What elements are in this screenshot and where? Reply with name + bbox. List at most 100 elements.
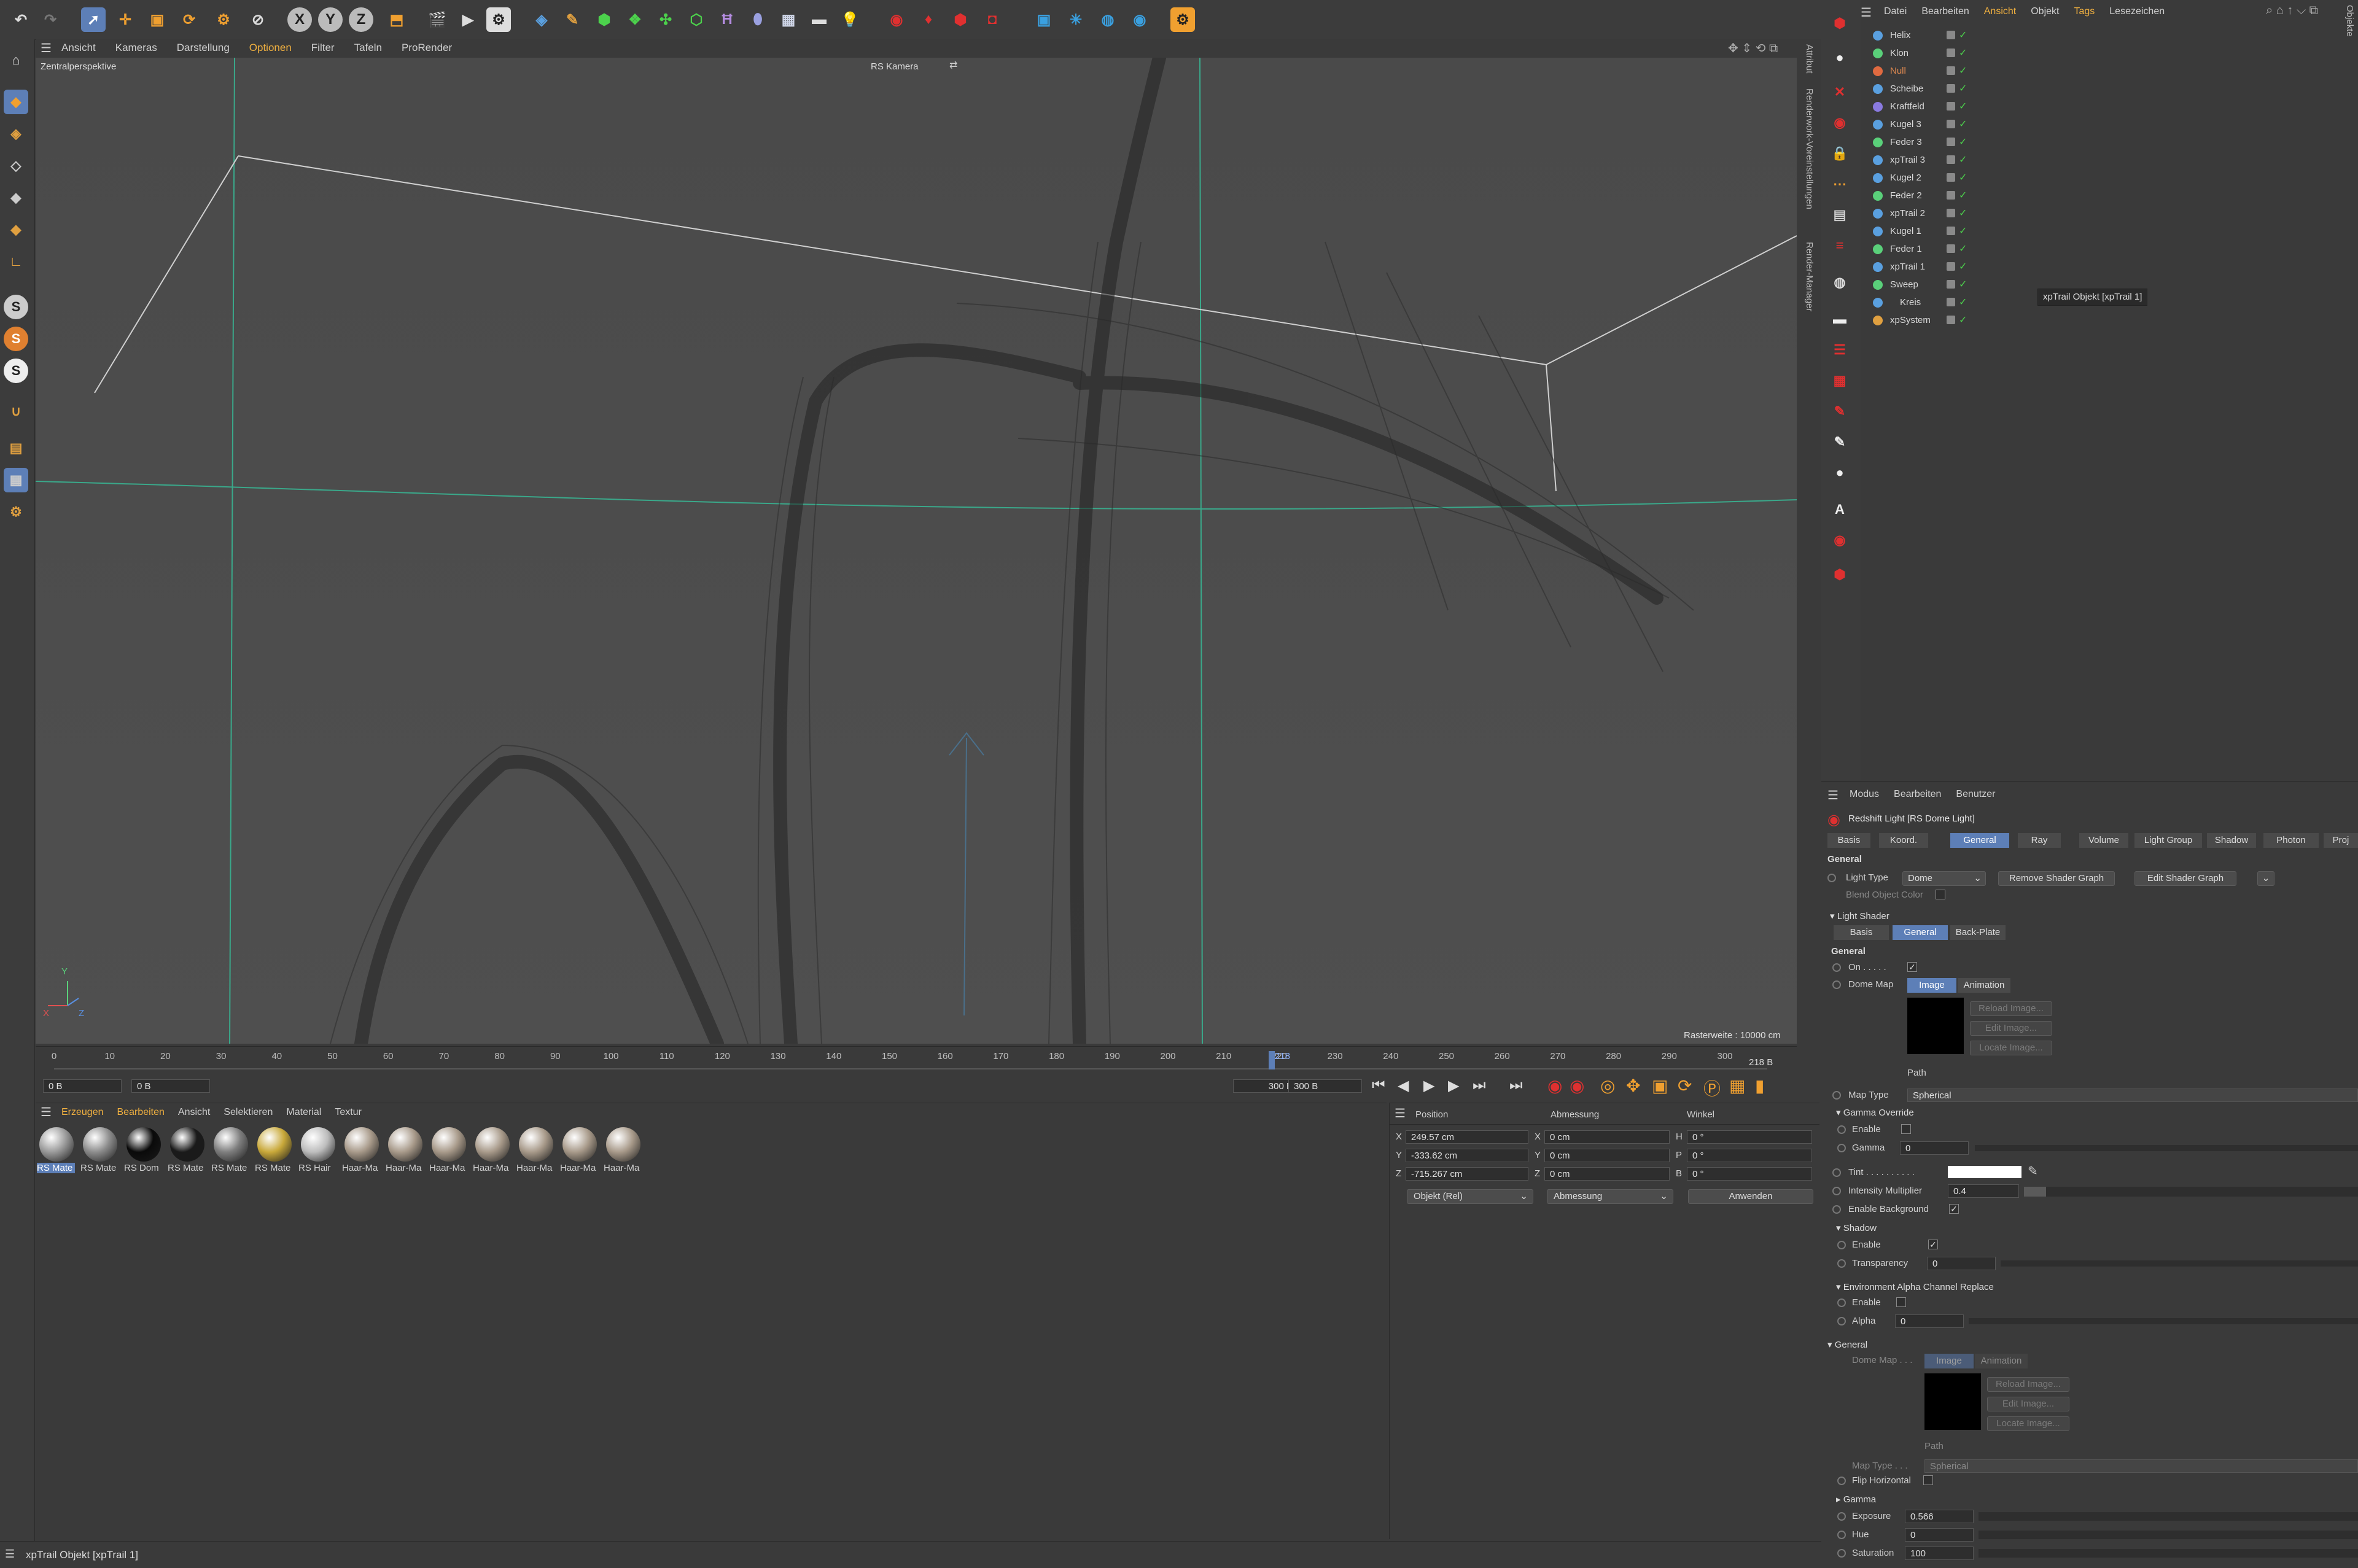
loop-icon[interactable]: ⏭	[1509, 1077, 1523, 1094]
axis-mode-icon[interactable]: ∟	[4, 249, 28, 274]
attr-tab-proj[interactable]: Proj	[2324, 833, 2358, 848]
goto-start-icon[interactable]: ⏮	[1372, 1077, 1385, 1094]
object-enabled-check-icon[interactable]: ✓	[1959, 63, 1967, 80]
edit-image-button[interactable]: Edit Image...	[1970, 1021, 2052, 1036]
om-cube-add-icon[interactable]: ⬢	[1827, 11, 1852, 36]
material-swatch[interactable]: Haar-Ma	[604, 1127, 642, 1180]
pen-tool-icon[interactable]: ✎	[560, 7, 585, 32]
prev-frame-icon[interactable]: ◀	[1398, 1077, 1409, 1095]
section-gamma[interactable]: ▸ Gamma	[1836, 1494, 1876, 1505]
undo-icon[interactable]: ↶	[9, 7, 33, 32]
object-row[interactable]: Feder 1 ✓	[1861, 241, 2358, 258]
viewport-menu-prorender[interactable]: ProRender	[402, 42, 452, 54]
om-menu-objekt[interactable]: Objekt	[2031, 6, 2059, 17]
object-visibility-toggle[interactable]	[1947, 262, 1955, 271]
om-rs3-icon[interactable]: ⬢	[1827, 562, 1852, 587]
gamma-radio[interactable]	[1837, 1144, 1846, 1152]
flip-horizontal-checkbox[interactable]	[1923, 1475, 1933, 1485]
object-enabled-check-icon[interactable]: ✓	[1959, 312, 1967, 329]
reload-image-2-button[interactable]: Reload Image...	[1987, 1377, 2069, 1392]
object-enabled-check-icon[interactable]: ✓	[1959, 27, 1967, 44]
section-general-3[interactable]: ▾ General	[1827, 1339, 1867, 1350]
workplane-icon[interactable]: ▤	[4, 436, 28, 460]
om-lock-icon[interactable]: 🔒	[1827, 141, 1852, 166]
edit-shader-graph-button[interactable]: Edit Shader Graph	[2134, 871, 2236, 886]
transparency-field[interactable]: 0	[1927, 1257, 1996, 1270]
object-row[interactable]: xpTrail 1 ✓	[1861, 258, 2358, 276]
start-frame-field[interactable]: 0 B	[43, 1079, 122, 1093]
object-enabled-check-icon[interactable]: ✓	[1959, 152, 1967, 169]
om-menu-ansicht[interactable]: Ansicht	[1984, 6, 2016, 17]
attr-tab-ray[interactable]: Ray	[2018, 833, 2061, 848]
exposure-radio[interactable]	[1837, 1512, 1846, 1521]
rs-render-icon[interactable]: ◉	[884, 7, 909, 32]
attr-menu-modus[interactable]: Modus	[1850, 789, 1879, 800]
object-visibility-toggle[interactable]	[1947, 244, 1955, 253]
attr-tab-koord[interactable]: Koord.	[1879, 833, 1928, 848]
shadow-enable-checkbox[interactable]: ✓	[1928, 1240, 1938, 1249]
viewport-menu-tafeln[interactable]: Tafeln	[354, 42, 382, 54]
gamma-slider[interactable]	[1975, 1145, 2358, 1151]
viewport[interactable]: Zentralperspektive RS Kamera ⇄ Y X Z Ras…	[36, 58, 1797, 1044]
om-grid-icon[interactable]: ▦	[1827, 368, 1852, 393]
coordinate-system-icon[interactable]: ⬒	[384, 7, 409, 32]
material-menu-ansicht[interactable]: Ansicht	[178, 1107, 210, 1118]
autokey-icon[interactable]: ◉	[1570, 1076, 1584, 1096]
rs-proxy-icon[interactable]: ◘	[980, 7, 1005, 32]
object-row[interactable]: Null ✓	[1861, 63, 2358, 80]
om-filter-icon[interactable]: ≡	[1827, 233, 1852, 258]
intensity-radio[interactable]	[1832, 1187, 1841, 1195]
object-enabled-check-icon[interactable]: ✓	[1959, 134, 1967, 151]
object-enabled-check-icon[interactable]: ✓	[1959, 205, 1967, 222]
position-z-field[interactable]: -715.267 cm	[1406, 1167, 1528, 1181]
om-menu-datei[interactable]: Datei	[1884, 6, 1907, 17]
material-swatch[interactable]: RS Mate	[211, 1127, 249, 1180]
om-menu-lesezeichen[interactable]: Lesezeichen	[2109, 6, 2165, 17]
shadow-enable-radio[interactable]	[1837, 1241, 1846, 1249]
object-visibility-toggle[interactable]	[1947, 191, 1955, 200]
alpha-field[interactable]: 0	[1895, 1314, 1964, 1328]
object-enabled-check-icon[interactable]: ✓	[1959, 169, 1967, 187]
play-icon[interactable]: ▶	[1423, 1077, 1434, 1095]
flip-horizontal-radio[interactable]	[1837, 1477, 1846, 1485]
section-gamma-override[interactable]: ▾ Gamma Override	[1836, 1107, 1914, 1118]
polygons-mode-icon[interactable]: ◆	[4, 217, 28, 242]
render-manager-side-tab[interactable]: Render-Manager	[1804, 242, 1815, 311]
dome-map-radio[interactable]	[1832, 980, 1841, 989]
rotation-h-field[interactable]: 0 °	[1687, 1130, 1812, 1144]
section-env-alpha[interactable]: ▾ Environment Alpha Channel Replace	[1836, 1281, 1994, 1292]
attr-menu-benutzer[interactable]: Benutzer	[1956, 789, 1995, 800]
tint-color-swatch[interactable]	[1948, 1166, 2021, 1178]
light-type-select[interactable]: Dome ⌄	[1902, 871, 1986, 886]
mograph-icon[interactable]: ⬡	[684, 7, 709, 32]
object-row[interactable]: Kraftfeld ✓	[1861, 98, 2358, 115]
object-enabled-check-icon[interactable]: ✓	[1959, 223, 1967, 240]
object-enabled-check-icon[interactable]: ✓	[1959, 116, 1967, 133]
gamma-enable-radio[interactable]	[1837, 1125, 1846, 1134]
om-rs2-icon[interactable]: ◉	[1827, 528, 1852, 553]
shader-graph-dropdown[interactable]: ⌄	[2257, 871, 2274, 886]
object-mode-icon[interactable]: ◆	[4, 90, 28, 114]
material-menu-bearbeiten[interactable]: Bearbeiten	[117, 1107, 165, 1118]
rotation-b-field[interactable]: 0 °	[1687, 1167, 1812, 1181]
tint-radio[interactable]	[1832, 1168, 1841, 1177]
saturation-radio[interactable]	[1837, 1549, 1846, 1558]
om-menu-bearbeiten[interactable]: Bearbeiten	[1921, 6, 1969, 17]
locate-image-2-button[interactable]: Locate Image...	[1987, 1416, 2069, 1431]
transparency-slider[interactable]	[2001, 1260, 2358, 1267]
intensity-field[interactable]: 0.4	[1948, 1184, 2019, 1198]
material-menu-selektieren[interactable]: Selektieren	[224, 1107, 273, 1118]
apply-button[interactable]: Anwenden	[1688, 1189, 1813, 1204]
remove-shader-graph-button[interactable]: Remove Shader Graph	[1998, 871, 2115, 886]
dome-map-2-tab-image[interactable]: Image	[1924, 1354, 1974, 1368]
deformer-icon[interactable]: ✣	[653, 7, 678, 32]
om-tag-icon[interactable]: ⋯	[1827, 172, 1852, 196]
rs-ipr-icon[interactable]: ♦	[916, 7, 941, 32]
render-presets-side-tab[interactable]: Renderwork-Voreinstellungen	[1804, 88, 1815, 209]
object-enabled-check-icon[interactable]: ✓	[1959, 187, 1967, 204]
material-swatch[interactable]: Haar-Ma	[429, 1127, 467, 1180]
object-row[interactable]: xpSystem ✓	[1861, 312, 2358, 329]
material-swatch[interactable]: Haar-Ma	[473, 1127, 511, 1180]
shader-tab-basis[interactable]: Basis	[1834, 925, 1889, 940]
object-enabled-check-icon[interactable]: ✓	[1959, 98, 1967, 115]
